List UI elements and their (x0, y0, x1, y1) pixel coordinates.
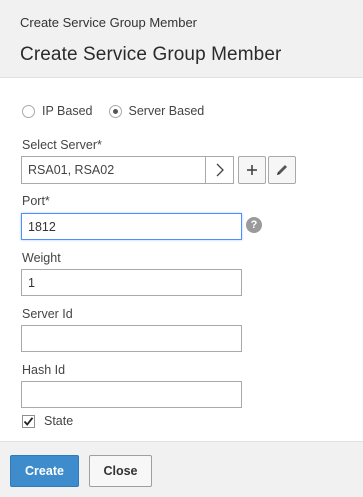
state-checkbox[interactable] (22, 414, 35, 428)
select-server-chevron-button[interactable] (205, 156, 234, 184)
chevron-right-icon (216, 163, 224, 177)
ip-based-label: IP Based (42, 104, 93, 118)
type-radio-group: IP Based Server Based (22, 104, 220, 118)
add-server-button[interactable] (238, 156, 266, 184)
select-server-field[interactable]: RSA01, RSA02 (21, 156, 234, 184)
state-label: State (44, 414, 74, 428)
plus-icon (247, 165, 257, 175)
server-based-radio[interactable] (108, 104, 122, 118)
server-id-input[interactable] (21, 325, 242, 352)
help-icon[interactable]: ? (246, 217, 262, 233)
select-server-label: Select Server* (22, 138, 102, 152)
page-title: Create Service Group Member (20, 44, 282, 65)
checkmark-icon (23, 416, 34, 426)
dialog-header: Create Service Group Member Create Servi… (0, 0, 363, 78)
weight-label: Weight (22, 251, 61, 265)
create-button[interactable]: Create (10, 455, 79, 487)
server-based-label: Server Based (128, 104, 205, 118)
state-checkbox-row: State (22, 414, 73, 428)
ip-based-radio[interactable] (22, 104, 35, 118)
server-id-label: Server Id (22, 307, 73, 321)
pencil-icon (277, 165, 287, 175)
hash-id-label: Hash Id (22, 363, 66, 377)
port-label: Port* (22, 194, 50, 208)
edit-server-button[interactable] (268, 156, 296, 184)
breadcrumb: Create Service Group Member (20, 15, 198, 30)
port-input[interactable] (21, 213, 242, 240)
hash-id-input[interactable] (21, 381, 242, 408)
weight-input[interactable] (21, 269, 242, 296)
dialog-footer: Create Close (0, 441, 363, 497)
close-button[interactable]: Close (89, 455, 152, 487)
